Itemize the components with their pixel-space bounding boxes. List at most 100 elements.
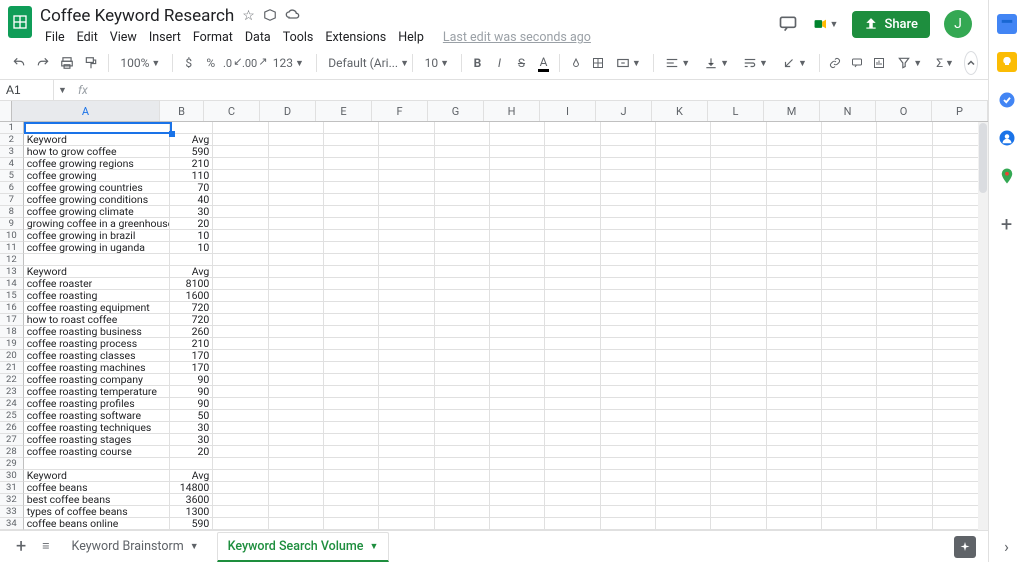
cell[interactable] — [767, 506, 822, 518]
cell[interactable] — [822, 482, 877, 494]
cell[interactable] — [656, 434, 711, 446]
column-header-F[interactable]: F — [372, 101, 428, 121]
cell[interactable] — [545, 194, 600, 206]
cell[interactable] — [877, 518, 932, 530]
row-header[interactable]: 30 — [0, 470, 24, 482]
cell[interactable] — [490, 254, 545, 266]
cell[interactable] — [269, 218, 324, 230]
cell[interactable] — [601, 218, 656, 230]
cell[interactable] — [767, 470, 822, 482]
cell[interactable] — [601, 386, 656, 398]
cell[interactable] — [490, 362, 545, 374]
cell[interactable] — [213, 314, 268, 326]
row-header[interactable]: 8 — [0, 206, 24, 218]
cell[interactable] — [213, 242, 268, 254]
vertical-scrollbar[interactable] — [978, 122, 988, 530]
cell[interactable] — [545, 374, 600, 386]
cell[interactable] — [711, 254, 766, 266]
print-button[interactable] — [58, 52, 76, 74]
row-header[interactable]: 10 — [0, 230, 24, 242]
cell[interactable] — [877, 254, 932, 266]
cell[interactable] — [379, 362, 434, 374]
cell[interactable] — [711, 134, 766, 146]
insert-chart-button[interactable] — [871, 52, 887, 74]
cell[interactable] — [767, 494, 822, 506]
row-header[interactable]: 9 — [0, 218, 24, 230]
cell[interactable] — [170, 254, 214, 266]
cell[interactable]: best coffee beans — [24, 494, 170, 506]
row-header[interactable]: 1 — [0, 122, 24, 134]
cell[interactable] — [877, 458, 932, 470]
cell[interactable] — [490, 458, 545, 470]
cell[interactable] — [545, 242, 600, 254]
cell[interactable] — [877, 266, 932, 278]
cell[interactable] — [656, 254, 711, 266]
cell[interactable]: growing coffee in a greenhouse — [24, 218, 170, 230]
row-header[interactable]: 14 — [0, 278, 24, 290]
tasks-icon[interactable] — [997, 90, 1017, 110]
menu-data[interactable]: Data — [240, 28, 276, 47]
zoom-select[interactable]: 100%▼ — [116, 56, 164, 70]
cell[interactable] — [435, 266, 490, 278]
cell[interactable] — [877, 302, 932, 314]
cell[interactable] — [269, 506, 324, 518]
cell[interactable] — [435, 194, 490, 206]
cell[interactable] — [822, 446, 877, 458]
cell[interactable] — [877, 446, 932, 458]
cell[interactable]: 1600 — [170, 290, 214, 302]
cell[interactable] — [213, 362, 268, 374]
cell[interactable] — [711, 458, 766, 470]
cell[interactable] — [490, 338, 545, 350]
cell[interactable]: 90 — [170, 374, 214, 386]
cell[interactable]: how to grow coffee — [24, 146, 170, 158]
cell[interactable] — [435, 302, 490, 314]
column-header-O[interactable]: O — [876, 101, 932, 121]
row-header[interactable]: 27 — [0, 434, 24, 446]
cell[interactable] — [545, 206, 600, 218]
cell[interactable] — [269, 314, 324, 326]
move-icon[interactable] — [263, 8, 277, 24]
cell[interactable] — [269, 398, 324, 410]
add-sheet-button[interactable]: + — [12, 534, 30, 559]
cell[interactable] — [213, 170, 268, 182]
cell[interactable]: 70 — [170, 182, 214, 194]
cell[interactable] — [711, 170, 766, 182]
cell[interactable] — [435, 206, 490, 218]
cell[interactable]: 170 — [170, 362, 214, 374]
cell[interactable] — [213, 146, 268, 158]
row-header[interactable]: 12 — [0, 254, 24, 266]
cell[interactable] — [601, 170, 656, 182]
cell[interactable] — [490, 266, 545, 278]
cell[interactable] — [170, 458, 214, 470]
cell[interactable] — [601, 494, 656, 506]
cell[interactable] — [213, 506, 268, 518]
cell[interactable] — [767, 218, 822, 230]
cell[interactable] — [545, 170, 600, 182]
cell[interactable] — [213, 518, 268, 530]
cell[interactable] — [324, 278, 379, 290]
cell[interactable] — [711, 302, 766, 314]
cell[interactable] — [767, 158, 822, 170]
cell[interactable]: 260 — [170, 326, 214, 338]
cell[interactable]: coffee roasting process — [24, 338, 170, 350]
cell[interactable] — [767, 338, 822, 350]
cell[interactable] — [324, 206, 379, 218]
cell[interactable]: coffee roasting — [24, 290, 170, 302]
cell[interactable] — [435, 242, 490, 254]
cell[interactable] — [711, 290, 766, 302]
cell[interactable] — [877, 374, 932, 386]
cell[interactable] — [490, 302, 545, 314]
cell[interactable] — [877, 242, 932, 254]
cell[interactable] — [213, 290, 268, 302]
cell[interactable] — [822, 122, 877, 134]
cell[interactable]: Avg — [170, 134, 214, 146]
cell[interactable]: coffee roasting machines — [24, 362, 170, 374]
cell[interactable] — [379, 338, 434, 350]
font-size-select[interactable]: 10▼ — [421, 56, 453, 70]
cell[interactable] — [269, 326, 324, 338]
menu-view[interactable]: View — [105, 28, 142, 47]
cell[interactable] — [656, 206, 711, 218]
row-header[interactable]: 33 — [0, 506, 24, 518]
cell[interactable] — [601, 434, 656, 446]
cell[interactable] — [324, 266, 379, 278]
